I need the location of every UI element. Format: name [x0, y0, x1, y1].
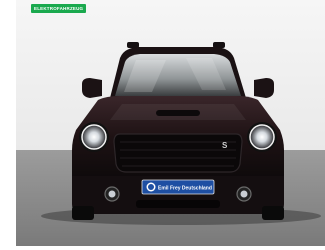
car-photo: S Emil Frey Deutschland	[16, 0, 325, 246]
right-mirror	[254, 78, 274, 98]
electric-vehicle-badge: ELEKTROFAHRZEUG	[31, 4, 87, 13]
car-illustration: S Emil Frey Deutschland	[16, 0, 325, 246]
right-tire	[262, 206, 284, 220]
license-plate-text: Emil Frey Deutschland	[158, 186, 212, 192]
left-tire	[72, 206, 94, 220]
left-mirror	[82, 78, 102, 98]
bonnet-scoop	[156, 110, 200, 116]
listing-image: S Emil Frey Deutschland ELEKTROFAHRZEUG	[0, 0, 325, 250]
svg-text:S: S	[222, 141, 228, 150]
